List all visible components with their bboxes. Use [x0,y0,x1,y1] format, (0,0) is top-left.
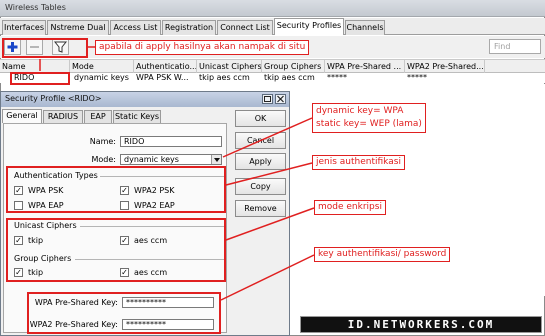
key-annotation: key authentifikasi/ password [314,247,451,262]
apply-annotation: apabila di apply hasilnya akan nampak di… [95,40,310,55]
mode-annotation-line-2: static key= WEP (lama) [316,119,422,129]
mode-annotation-line-1: dynamic key= WPA [316,106,404,116]
authentication-annotation: jenis authentifikasi [312,155,405,170]
mode-annotation: dynamic key= WPA static key= WEP (lama) [312,103,426,133]
cipher-annotation: mode enkripsi [314,200,386,215]
